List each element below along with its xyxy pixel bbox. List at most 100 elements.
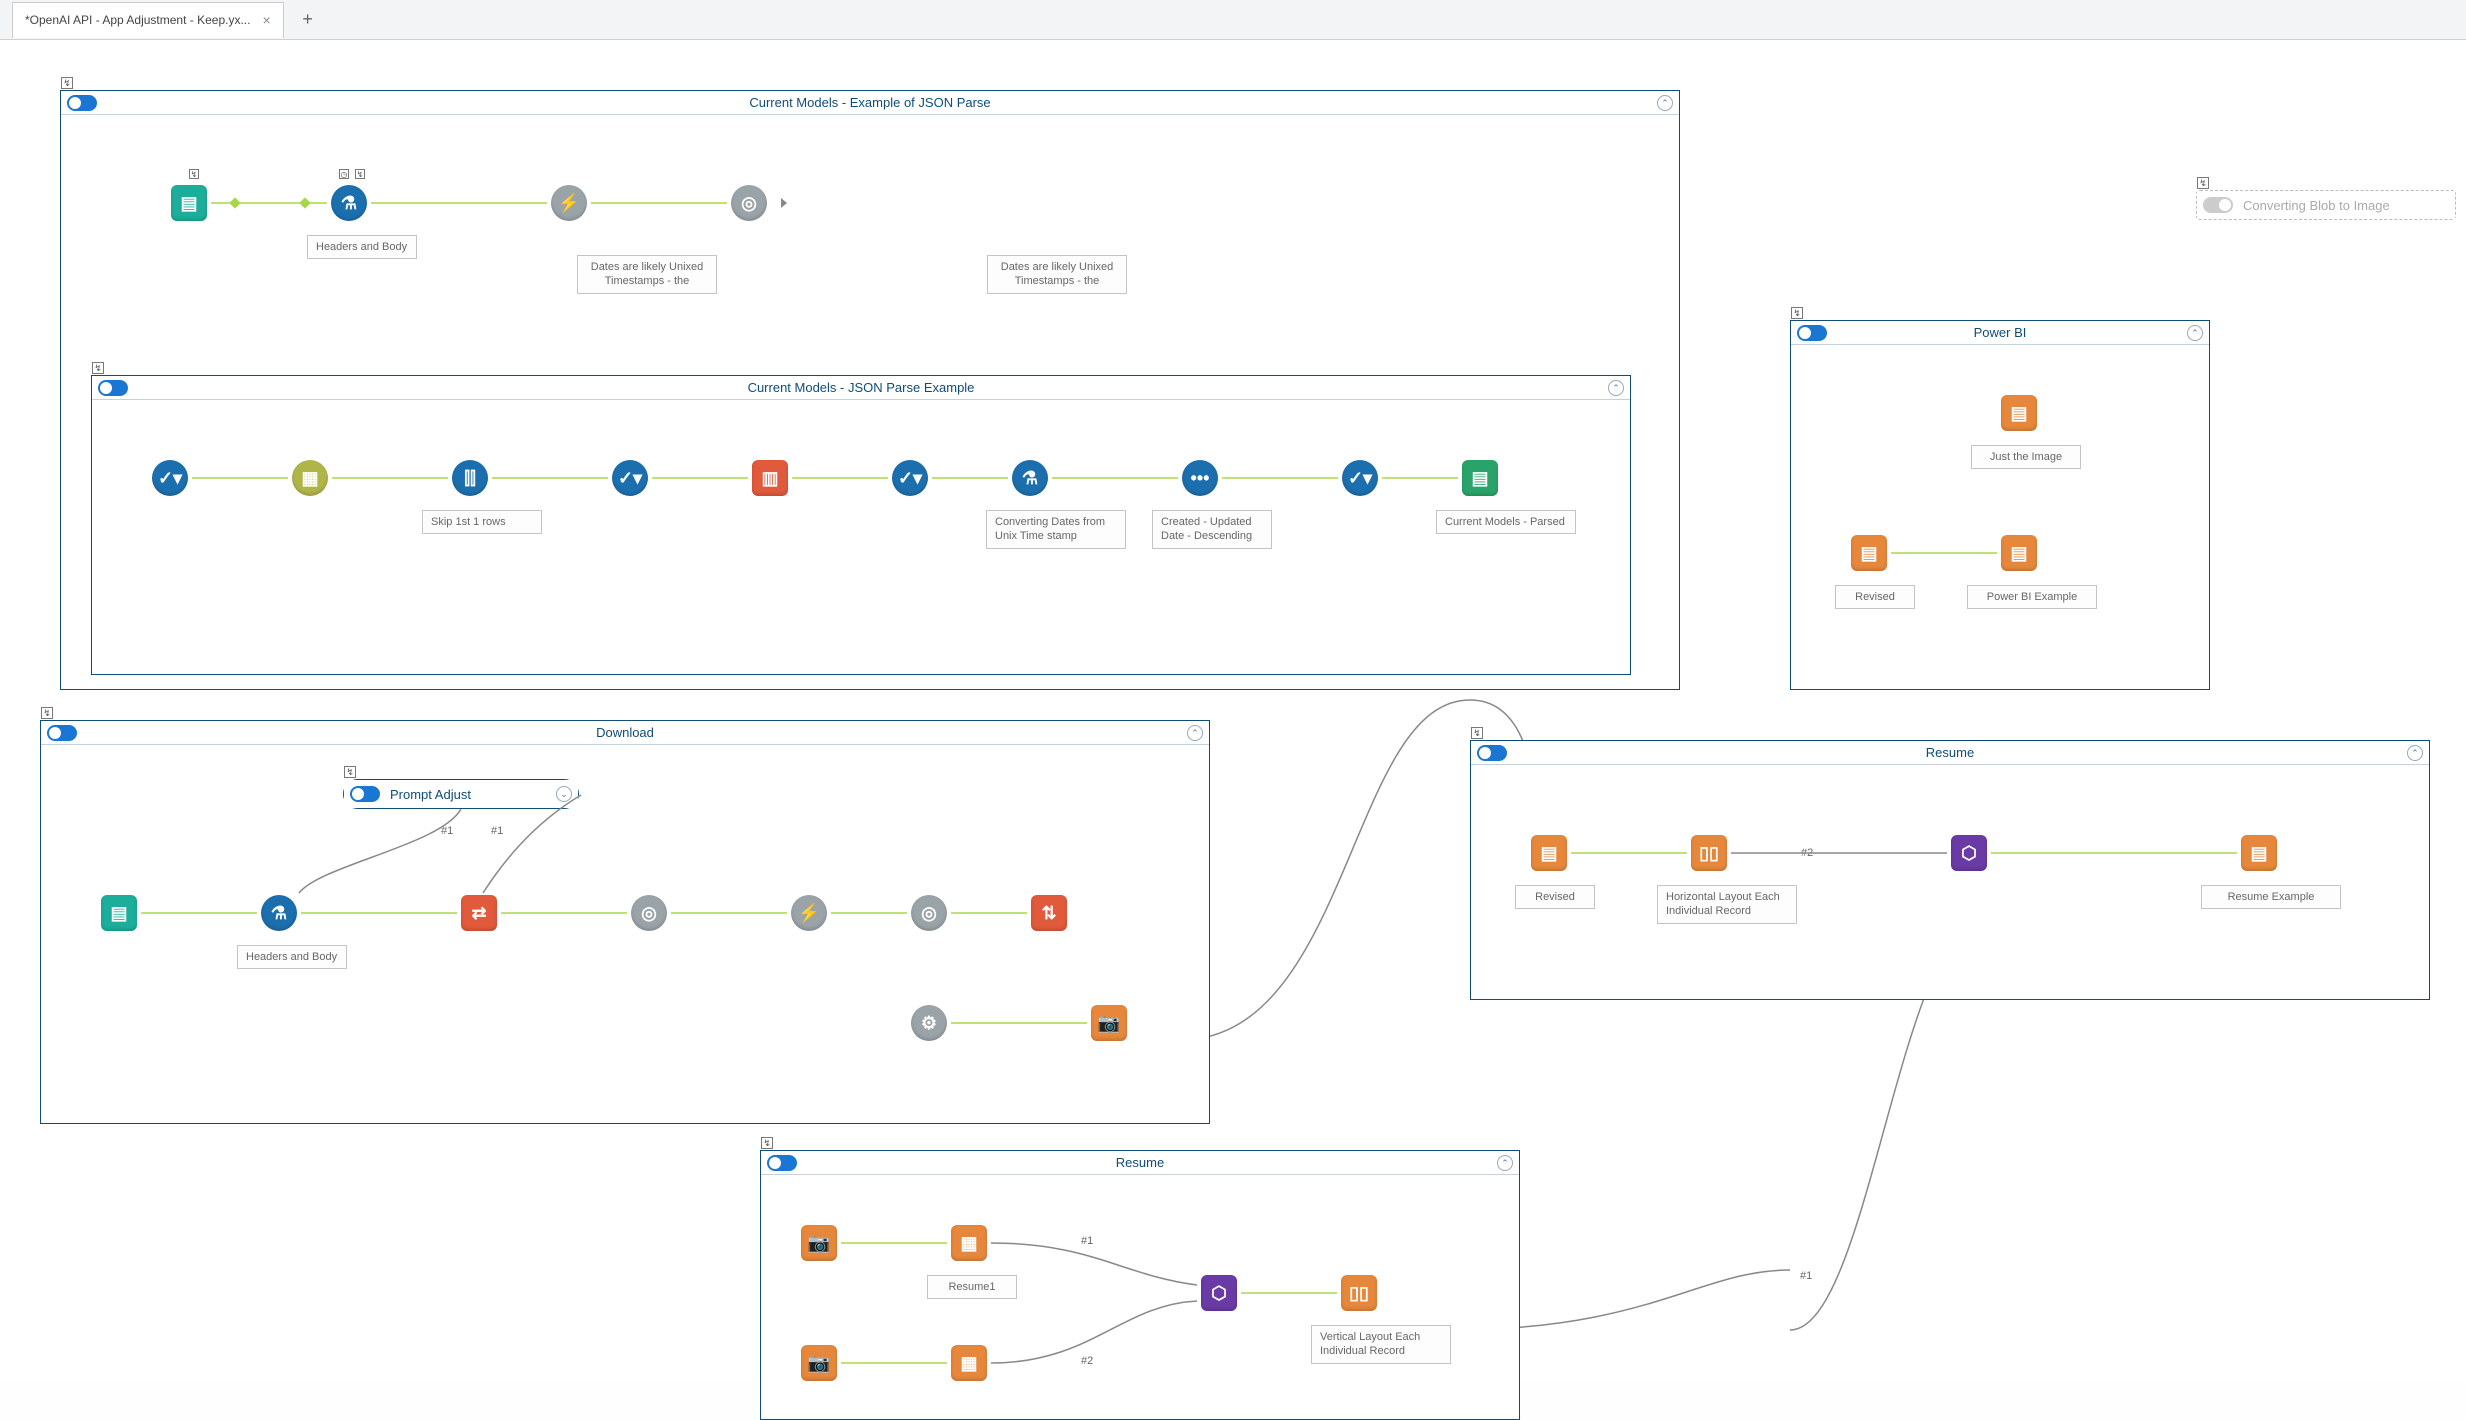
layout-tool-icon[interactable]: ▯▯ bbox=[1691, 835, 1727, 871]
dynamic-replace-tool-icon[interactable]: ⇄ bbox=[461, 895, 497, 931]
workflow-tab[interactable]: *OpenAI API - App Adjustment - Keep.yx..… bbox=[12, 2, 284, 38]
container-title: Resume bbox=[761, 1155, 1519, 1170]
image-tool-icon[interactable]: 📷 bbox=[1091, 1005, 1127, 1041]
container-toggle[interactable] bbox=[2203, 197, 2233, 213]
tool-label: Headers and Body bbox=[237, 945, 347, 969]
browse-tool-icon[interactable]: ▤ bbox=[1462, 460, 1498, 496]
report-text-tool-icon[interactable]: ▤ bbox=[1531, 835, 1567, 871]
connector-icon bbox=[229, 197, 240, 208]
report-text-tool-icon[interactable]: ▤ bbox=[2001, 535, 2037, 571]
collapse-icon[interactable]: ⌃ bbox=[1497, 1155, 1513, 1171]
workflow-canvas[interactable]: Current Models - Example of JSON Parse ⌃… bbox=[0, 40, 2466, 1381]
conn-annotation: #2 bbox=[1801, 847, 1813, 859]
text-input-tool-icon[interactable]: ▤ bbox=[101, 895, 137, 931]
anchor-icon bbox=[2197, 177, 2209, 189]
container-title: Resume bbox=[1471, 745, 2429, 760]
dynamic-rename-tool-icon[interactable]: ⇅ bbox=[1031, 895, 1067, 931]
join-tool-icon[interactable]: ⬡ bbox=[1951, 835, 1987, 871]
report-text-tool-icon[interactable]: ▤ bbox=[2001, 395, 2037, 431]
container-title: Converting Blob to Image bbox=[2243, 198, 2455, 213]
json-build-tool-icon[interactable]: ◎ bbox=[631, 895, 667, 931]
container-header[interactable]: Power BI ⌃ bbox=[1791, 321, 2209, 345]
tool-label: Resume Example bbox=[2201, 885, 2341, 909]
select-tool-icon[interactable]: ✓▾ bbox=[152, 460, 188, 496]
anchor-icon bbox=[1471, 727, 1483, 739]
json-parse-tool-icon[interactable]: ◎ bbox=[911, 895, 947, 931]
container-header[interactable]: Converting Blob to Image bbox=[2197, 191, 2455, 219]
formula-tool-icon[interactable]: ⚗ bbox=[261, 895, 297, 931]
clock-pin-icon bbox=[339, 169, 349, 179]
connector-icon bbox=[299, 197, 310, 208]
new-tab-button[interactable]: + bbox=[294, 6, 322, 34]
collapse-icon[interactable]: ⌃ bbox=[1187, 725, 1203, 741]
conn-annotation: #1 bbox=[441, 825, 453, 837]
close-tab-icon[interactable]: × bbox=[262, 12, 270, 28]
join-tool-icon[interactable]: ⬡ bbox=[1201, 1275, 1237, 1311]
download-tool-icon[interactable]: ⚡ bbox=[791, 895, 827, 931]
tool-label: Revised bbox=[1515, 885, 1595, 909]
tool-label: Headers and Body bbox=[307, 235, 417, 259]
container-prompt-adjust[interactable]: Prompt Adjust ⌄ bbox=[343, 779, 579, 809]
container-resume-lower[interactable]: Resume ⌃ 📷 ▦ Resume1 #1 ⬡ ▯▯ Vertical La… bbox=[760, 1150, 1520, 1420]
select-tool-icon[interactable]: ✓▾ bbox=[612, 460, 648, 496]
bolt-pin-icon bbox=[189, 169, 199, 179]
layout-tool-icon[interactable]: ▯▯ bbox=[1341, 1275, 1377, 1311]
tool-label: Power BI Example bbox=[1967, 585, 2097, 609]
container-download[interactable]: Download ⌃ Prompt Adjust ⌄ #1 #1 ▤ ⚗ ⇄ ◎… bbox=[40, 720, 1210, 1124]
collapse-icon[interactable]: ⌃ bbox=[2187, 325, 2203, 341]
tab-bar: *OpenAI API - App Adjustment - Keep.yx..… bbox=[0, 0, 2466, 40]
report-text-tool-icon[interactable]: ▤ bbox=[1851, 535, 1887, 571]
anchor-icon bbox=[61, 77, 73, 89]
container-header[interactable]: Current Models - JSON Parse Example ⌃ bbox=[92, 376, 1630, 400]
collapse-icon[interactable]: ⌄ bbox=[556, 786, 572, 802]
sort-tool-icon[interactable]: ••• bbox=[1182, 460, 1218, 496]
container-title: Prompt Adjust bbox=[390, 787, 471, 802]
collapse-icon[interactable]: ⌃ bbox=[2407, 745, 2423, 761]
anchor-icon bbox=[1791, 307, 1803, 319]
container-header[interactable]: Resume ⌃ bbox=[1471, 741, 2429, 765]
container-header[interactable]: Resume ⌃ bbox=[761, 1151, 1519, 1175]
container-json-parse-example[interactable]: Current Models - JSON Parse Example ⌃ ✓▾… bbox=[91, 375, 1631, 675]
container-header[interactable]: Download ⌃ bbox=[41, 721, 1209, 745]
container-header[interactable]: Prompt Adjust ⌄ bbox=[344, 780, 578, 808]
collapse-icon[interactable]: ⌃ bbox=[1657, 95, 1673, 111]
image-tool-icon[interactable]: 📷 bbox=[801, 1345, 837, 1381]
tool-label: Vertical Layout Each Individual Record bbox=[1311, 1325, 1451, 1364]
crosstab-tool-icon[interactable]: ▦ bbox=[292, 460, 328, 496]
table-tool-icon[interactable]: ▦ bbox=[951, 1345, 987, 1381]
text-input-tool-icon[interactable]: ▤ bbox=[171, 185, 207, 221]
download-tool-icon[interactable]: ⚡ bbox=[551, 185, 587, 221]
sample-tool-icon[interactable]: ⫿⫿ bbox=[452, 460, 488, 496]
conn-annotation: #1 bbox=[1800, 1270, 1812, 1282]
container-header[interactable]: Current Models - Example of JSON Parse ⌃ bbox=[61, 91, 1679, 115]
tool-label: Revised bbox=[1835, 585, 1915, 609]
image-tool-icon[interactable]: 📷 bbox=[801, 1225, 837, 1261]
formula-tool-icon[interactable]: ⚗ bbox=[1012, 460, 1048, 496]
bolt-pin-icon bbox=[355, 169, 365, 179]
conn-annotation: #1 bbox=[491, 825, 503, 837]
select-tool-icon[interactable]: ✓▾ bbox=[1342, 460, 1378, 496]
container-resume-right[interactable]: Resume ⌃ ▤ Revised ▯▯ Horizontal Layout … bbox=[1470, 740, 2430, 1000]
anchor-icon bbox=[41, 707, 53, 719]
json-parse-tool-icon[interactable]: ◎ bbox=[731, 185, 767, 221]
container-blob-to-image[interactable]: Converting Blob to Image bbox=[2196, 190, 2456, 220]
container-title: Power BI bbox=[1791, 325, 2209, 340]
blob-convert-tool-icon[interactable]: ⚙ bbox=[911, 1005, 947, 1041]
comment-label: Dates are likely Unixed Timestamps - the bbox=[987, 255, 1127, 294]
tool-label: Skip 1st 1 rows bbox=[422, 510, 542, 534]
container-toggle[interactable] bbox=[350, 786, 380, 802]
conn-annotation: #2 bbox=[1081, 1355, 1093, 1367]
formula-tool-icon[interactable]: ⚗ bbox=[331, 185, 367, 221]
comment-label: Dates are likely Unixed Timestamps - the bbox=[577, 255, 717, 294]
container-power-bi[interactable]: Power BI ⌃ ▤ Just the Image ▤ Revised ▤ … bbox=[1790, 320, 2210, 690]
container-current-models-parent[interactable]: Current Models - Example of JSON Parse ⌃… bbox=[60, 90, 1680, 690]
select-tool-icon[interactable]: ✓▾ bbox=[892, 460, 928, 496]
conn-annotation: #1 bbox=[1081, 1235, 1093, 1247]
table-tool-icon[interactable]: ▦ bbox=[951, 1225, 987, 1261]
anchor-icon bbox=[761, 1137, 773, 1149]
multifield-tool-icon[interactable]: ▥ bbox=[752, 460, 788, 496]
tool-label: Created - Updated Date - Descending bbox=[1152, 510, 1272, 549]
container-title: Current Models - Example of JSON Parse bbox=[61, 95, 1679, 110]
collapse-icon[interactable]: ⌃ bbox=[1608, 380, 1624, 396]
report-text-tool-icon[interactable]: ▤ bbox=[2241, 835, 2277, 871]
